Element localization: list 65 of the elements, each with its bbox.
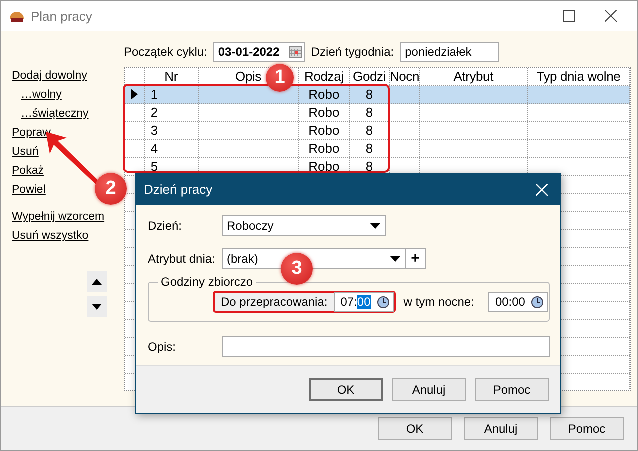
move-down-button[interactable] xyxy=(87,296,107,317)
table-cell: 8 xyxy=(350,140,390,157)
cancel-button[interactable]: Anuluj xyxy=(464,417,538,440)
column-header: Typ dnia wolne xyxy=(536,69,621,84)
table-cell: 1 xyxy=(144,86,199,103)
table-cell: 3 xyxy=(144,122,199,139)
table-cell: 8 xyxy=(350,104,390,121)
weekday-label: Dzień tygodnia: xyxy=(311,45,394,59)
cancel-button[interactable]: Anuluj xyxy=(392,378,466,401)
row-pointer-icon xyxy=(130,89,138,100)
caret-icon xyxy=(390,256,401,262)
clock-icon xyxy=(376,296,390,308)
cycle-start-label: Początek cyklu: xyxy=(124,45,208,59)
sidebar-link[interactable]: Usuń wszystko xyxy=(12,227,89,246)
column-header: Godzi xyxy=(353,69,386,84)
table-cell: Robo xyxy=(299,104,350,121)
column-header: Nr xyxy=(164,69,178,84)
table-row[interactable]: 3 Robo 8 xyxy=(125,122,630,140)
table-cell: Robo xyxy=(299,140,350,157)
description-label: Opis: xyxy=(148,340,178,354)
table-cell: Robo xyxy=(299,122,350,139)
table-cell: 2 xyxy=(144,104,199,121)
table-cell: 4 xyxy=(144,140,199,157)
calendar-icon[interactable] xyxy=(289,46,302,58)
weekday-field: poniedziałek xyxy=(400,42,500,62)
sidebar-link[interactable]: Dodaj dowolny xyxy=(12,67,88,86)
clock-icon xyxy=(531,296,544,308)
ok-button[interactable]: OK xyxy=(309,378,383,401)
night-hours-label: w tym nocne: xyxy=(404,295,474,309)
column-header: Opis xyxy=(236,69,262,84)
date-field[interactable]: 03-01-2022 xyxy=(213,42,306,62)
move-up-button[interactable] xyxy=(87,271,107,292)
time-field[interactable]: 07:00 xyxy=(334,292,394,312)
up-triangle-icon xyxy=(92,278,102,284)
table-cell: 8 xyxy=(350,122,390,139)
ok-button[interactable]: OK xyxy=(378,417,452,440)
add-button[interactable]: + xyxy=(406,248,426,269)
table-cell: 8 xyxy=(350,86,390,103)
table-row[interactable]: 2 Robo 8 xyxy=(125,104,630,122)
sidebar-link[interactable]: Pokaż xyxy=(12,162,44,181)
table-row[interactable]: 4 Robo 8 xyxy=(125,140,630,158)
help-button[interactable]: Pomoc xyxy=(475,378,549,401)
down-triangle-icon xyxy=(92,304,102,310)
day-label: Dzień: xyxy=(148,218,184,232)
help-button[interactable]: Pomoc xyxy=(550,417,624,440)
work-hours-label: Do przepracowania: xyxy=(220,295,329,309)
table-row[interactable]: 1 Robo 8 xyxy=(125,86,630,104)
time-field[interactable]: 00:00 xyxy=(488,292,548,312)
attribute-label: Atrybut dnia: xyxy=(148,252,216,266)
caret-icon xyxy=(370,222,381,228)
description-field[interactable] xyxy=(222,336,550,357)
column-header: Rodzaj xyxy=(304,69,344,84)
sidebar-link[interactable]: …wolny xyxy=(21,86,62,105)
sidebar-link[interactable]: …świąteczny xyxy=(21,105,89,124)
column-header: Atrybut xyxy=(454,69,494,84)
group-legend: Godziny zbiorczo xyxy=(158,275,256,289)
sidebar-link[interactable]: Usuń xyxy=(12,143,39,162)
column-header: Nocn xyxy=(390,69,419,84)
table-cell: Robo xyxy=(299,86,350,103)
day-dropdown[interactable]: Roboczy xyxy=(222,215,386,236)
app-logo-icon xyxy=(9,9,25,23)
dialog-title: Dzień pracy xyxy=(144,182,214,197)
sidebar-link[interactable]: Powiel xyxy=(12,181,46,200)
window-title: Plan pracy xyxy=(31,8,94,24)
sidebar-link[interactable]: Wypełnij wzorcem xyxy=(12,208,105,227)
